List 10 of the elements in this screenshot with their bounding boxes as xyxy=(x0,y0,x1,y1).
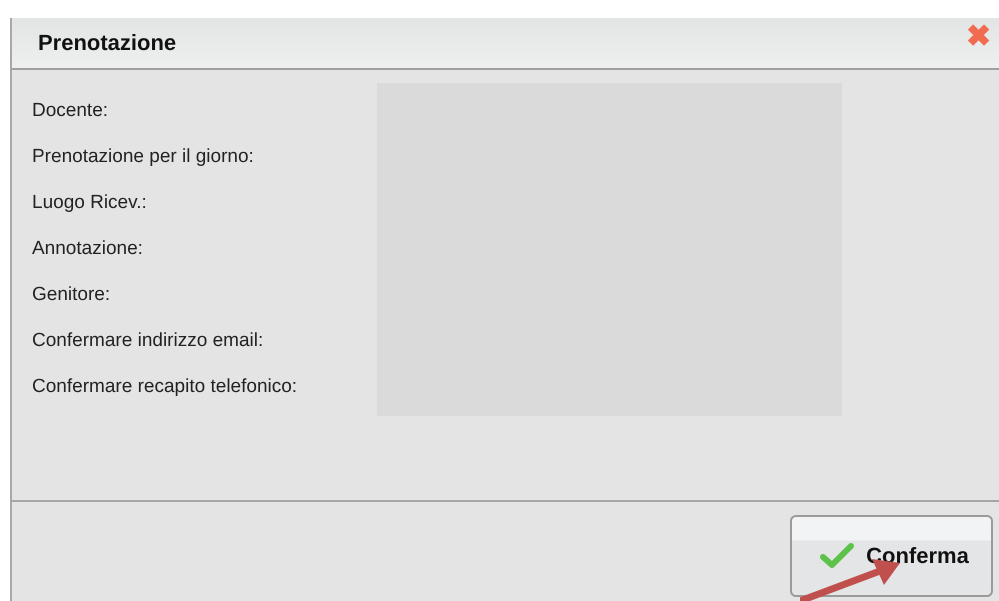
check-icon xyxy=(820,542,854,570)
field-label: Annotazione: xyxy=(32,237,144,261)
field-label: Confermare recapito telefonico: xyxy=(32,375,298,399)
confirm-button[interactable]: Conferma xyxy=(790,515,993,597)
field-label: Luogo Ricev.: xyxy=(32,191,148,215)
field-label: Docente: xyxy=(32,99,110,123)
field-label: Genitore: xyxy=(32,283,112,307)
window-title: Prenotazione xyxy=(38,30,176,56)
field-label: Confermare indirizzo email: xyxy=(32,329,264,353)
field-label: Prenotazione per il giorno: xyxy=(32,145,255,169)
